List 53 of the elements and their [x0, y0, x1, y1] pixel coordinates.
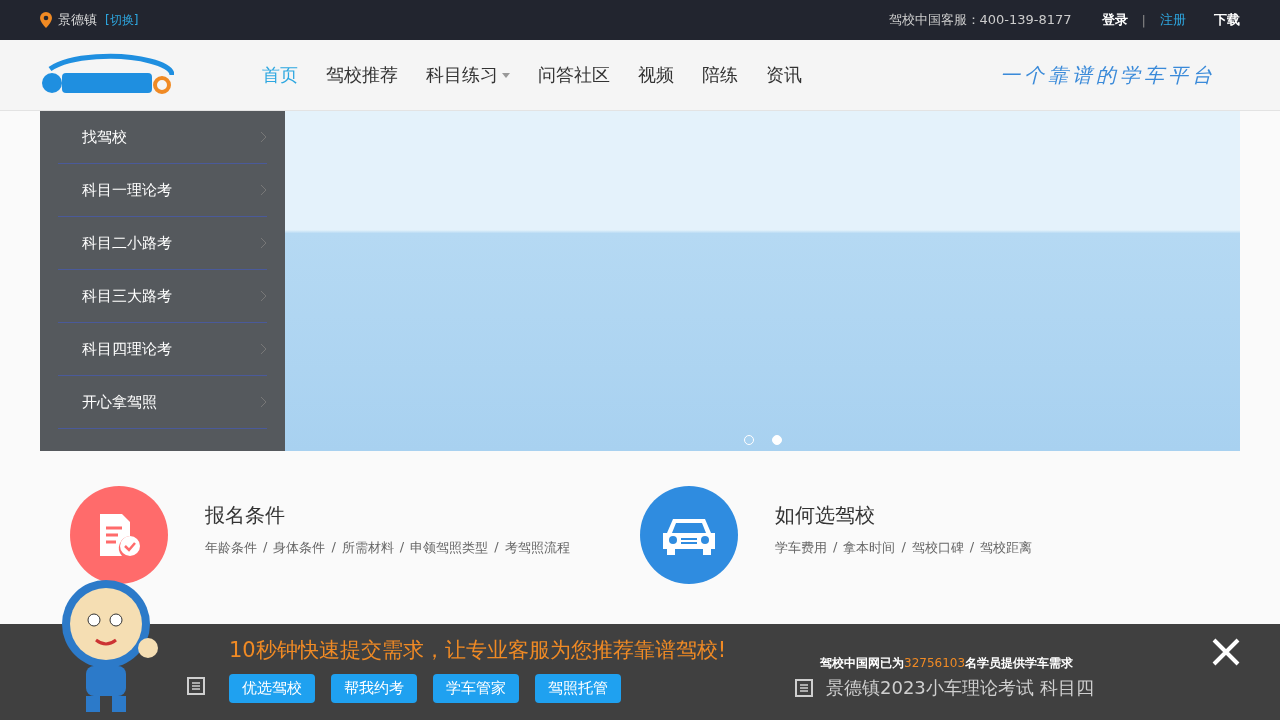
- chevron-right-icon: [260, 131, 267, 143]
- feature-link[interactable]: 驾校距离: [980, 539, 1033, 557]
- chevron-right-icon: [260, 396, 267, 408]
- sidebar-item[interactable]: 科目一理论考: [58, 164, 267, 217]
- chevron-right-icon: [260, 343, 267, 355]
- link-divider: |: [1141, 12, 1146, 28]
- nav-link[interactable]: 科目练习: [426, 63, 510, 87]
- feature-link[interactable]: 学车费用: [775, 539, 827, 557]
- promo-headline: 10秒钟快速提交需求，让专业客服为您推荐靠谱驾校!: [229, 637, 727, 664]
- separator: /: [901, 539, 906, 556]
- promo-stat: 驾校中国网已为32756103名学员提供学车需求: [820, 655, 1074, 672]
- site-logo[interactable]: [40, 53, 174, 97]
- feature-title: 如何选驾校: [775, 502, 876, 529]
- separator: /: [331, 539, 336, 556]
- feature-link[interactable]: 驾校口碑: [911, 539, 964, 557]
- feature-title: 报名条件: [205, 502, 286, 529]
- sidebar-item[interactable]: 找驾校: [58, 111, 267, 164]
- city-name: 景德镇: [58, 11, 97, 29]
- sidebar-item[interactable]: 科目三大路考: [58, 270, 267, 323]
- separator: /: [969, 539, 975, 556]
- nav-link[interactable]: 陪练: [702, 63, 738, 87]
- separator: /: [494, 539, 499, 556]
- top-link[interactable]: 登录: [1101, 11, 1128, 29]
- chevron-right-icon: [260, 290, 267, 302]
- feature-link[interactable]: 年龄条件: [205, 539, 257, 557]
- document-icon: [794, 678, 814, 698]
- nav-link[interactable]: 问答社区: [538, 63, 610, 87]
- nav-link[interactable]: 视频: [638, 63, 674, 87]
- document-icon: [186, 676, 206, 696]
- feature-link[interactable]: 所需材料: [341, 539, 394, 557]
- top-link[interactable]: 下载: [1214, 11, 1240, 29]
- chevron-right-icon: [260, 237, 267, 249]
- nav-link[interactable]: 资讯: [766, 63, 802, 87]
- sidebar-item[interactable]: 开心拿驾照: [58, 376, 267, 429]
- sidebar-item[interactable]: 科目四理论考: [58, 323, 267, 376]
- separator: /: [399, 539, 405, 556]
- news-link[interactable]: 景德镇2023小车理论考试 科目四: [794, 676, 1094, 700]
- separator: /: [263, 539, 268, 556]
- feature-link[interactable]: 拿本时间: [843, 539, 896, 557]
- chevron-right-icon: [260, 184, 267, 196]
- top-link[interactable]: 注册: [1160, 11, 1186, 29]
- sidebar-item[interactable]: 科目二小路考: [58, 217, 267, 270]
- carousel-dot[interactable]: [771, 435, 782, 445]
- close-button[interactable]: [1210, 636, 1242, 668]
- switch-city-link[interactable]: [切换]: [105, 11, 139, 29]
- nav-link[interactable]: 驾校推荐: [326, 63, 398, 87]
- location-pin-icon: [40, 12, 52, 28]
- feature-link[interactable]: 申领驾照类型: [410, 539, 489, 557]
- slogan: 一个靠谱的学车平台: [1000, 61, 1216, 89]
- separator: /: [833, 539, 838, 556]
- feature-link[interactable]: 考驾照流程: [504, 539, 570, 557]
- hotline-text: 驾校中国客服：400-139-8177: [888, 11, 1072, 29]
- feature-link[interactable]: 身体条件: [273, 539, 326, 557]
